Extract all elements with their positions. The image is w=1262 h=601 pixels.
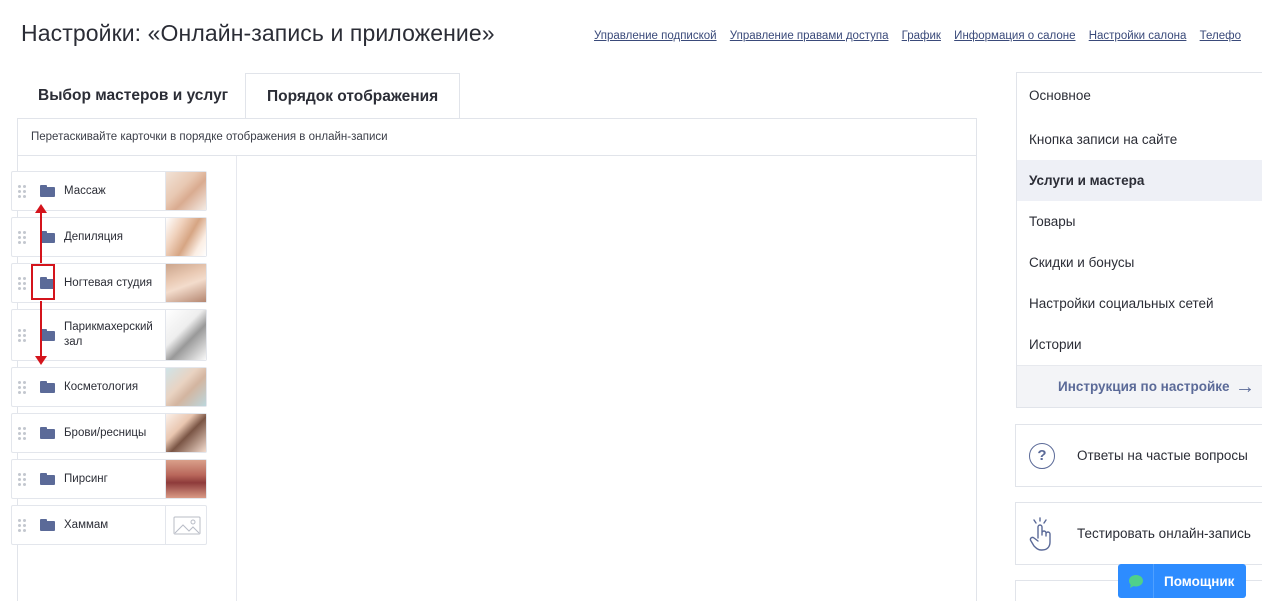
category-label: Ногтевая студия [64,276,153,289]
category-label: Хаммам [64,518,109,531]
folder-icon [40,427,55,439]
setup-guide-link[interactable]: Инструкция по настройке → [1017,365,1262,407]
helper-button[interactable]: Помощник [1118,564,1246,598]
link-salon-info[interactable]: Информация о салоне [954,30,1075,42]
folder-icon [40,329,55,341]
annotation-line-down [40,301,42,358]
drag-handle-icon[interactable] [12,230,32,244]
drag-handle-icon[interactable] [12,380,32,394]
massage-photo [165,172,206,210]
folder-icon [40,231,55,243]
drag-handle-icon[interactable] [12,472,32,486]
nails-photo [165,264,206,302]
category-label: Косметология [64,380,139,393]
category-label: Парикмахерский зал [64,321,153,348]
side-item-social[interactable]: Настройки социальных сетей [1017,283,1262,324]
annotation-line-up [40,212,42,263]
category-card[interactable]: Косметология [11,367,207,407]
scissors-photo [165,310,206,360]
link-phone[interactable]: Телефо [1200,30,1241,42]
side-item-services-masters[interactable]: Услуги и мастера [1017,160,1262,201]
link-schedule[interactable]: График [902,30,941,42]
folder-icon [40,473,55,485]
chat-bubble-icon [1128,574,1143,588]
tab-masters-services[interactable]: Выбор мастеров и услуг [17,73,249,119]
annotation-arrow-down [35,356,47,365]
drag-handle-icon[interactable] [12,276,32,290]
category-card[interactable]: Брови/ресницы [11,413,207,453]
drag-handle-icon[interactable] [12,518,32,532]
folder-icon [40,185,55,197]
drag-handle-icon[interactable] [12,184,32,198]
brows-photo [165,414,206,452]
folder-icon [40,381,55,393]
link-access-rights[interactable]: Управление правами доступа [730,30,889,42]
test-booking-card[interactable]: Тестировать онлайн-запись [1015,502,1262,565]
cosmetology-photo [165,368,206,406]
tabs: Выбор мастеров и услуг Порядок отображен… [17,73,977,120]
piercing-photo [165,460,206,498]
side-item-stories[interactable]: Истории [1017,324,1262,365]
folder-icon [40,519,55,531]
side-item-discounts[interactable]: Скидки и бонусы [1017,242,1262,283]
faq-label: Ответы на частые вопросы [1077,448,1248,463]
category-label: Пирсинг [64,472,108,485]
legs-photo [165,218,206,256]
category-label: Депиляция [64,230,124,243]
tap-hand-icon [1029,516,1051,551]
question-circle-icon: ? [1029,442,1055,469]
drag-handle-icon[interactable] [12,426,32,440]
page-title: Настройки: «Онлайн-запись и приложение» [21,20,495,46]
test-booking-label: Тестировать онлайн-запись [1077,526,1251,541]
drag-handle-icon[interactable] [12,328,32,342]
arrow-right-icon: → [1235,376,1255,398]
category-label: Массаж [64,184,106,197]
top-links: Управление подпиской Управление правами … [594,30,1251,42]
side-menu: Основное Кнопка записи на сайте Услуги и… [1016,72,1262,408]
side-item-goods[interactable]: Товары [1017,201,1262,242]
setup-guide-label: Инструкция по настройке [1058,379,1230,394]
category-label: Брови/ресницы [64,426,147,439]
link-subscription[interactable]: Управление подпиской [594,30,717,42]
category-card[interactable]: Пирсинг [11,459,207,499]
tab-display-order[interactable]: Порядок отображения [245,73,461,120]
helper-label: Помощник [1164,573,1235,589]
category-card[interactable]: Хаммам [11,505,207,545]
placeholder-image-icon [165,506,206,544]
panel-hint: Перетаскивайте карточки в порядке отобра… [18,119,976,156]
annotation-highlight-box [31,264,55,300]
side-item-main[interactable]: Основное [1017,73,1262,119]
link-salon-settings[interactable]: Настройки салона [1089,30,1187,42]
faq-card[interactable]: ? Ответы на частые вопросы [1015,424,1262,487]
side-item-site-button[interactable]: Кнопка записи на сайте [1017,119,1262,160]
